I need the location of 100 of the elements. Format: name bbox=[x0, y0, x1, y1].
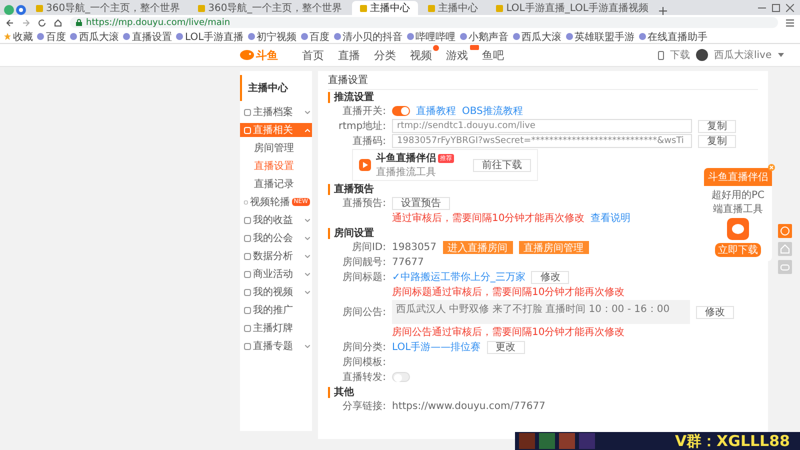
button[interactable]: 修改 bbox=[696, 306, 734, 318]
chevron-down-icon[interactable] bbox=[305, 344, 310, 348]
caret-icon[interactable] bbox=[778, 53, 784, 57]
address-bar[interactable]: https://mp.douyu.com/live/main bbox=[70, 17, 778, 28]
nav-link[interactable]: 游戏 bbox=[446, 48, 468, 62]
item-icon bbox=[244, 234, 251, 242]
forward-icon[interactable] bbox=[22, 18, 30, 26]
field-label: 房间模板: bbox=[342, 356, 386, 369]
nav-link[interactable]: 分类 bbox=[374, 48, 396, 62]
username[interactable]: 西瓜大滚live bbox=[714, 48, 772, 62]
chevron-down-icon[interactable] bbox=[305, 254, 310, 258]
chevron-down-icon[interactable] bbox=[305, 290, 310, 294]
item-icon bbox=[244, 216, 251, 224]
star-icon bbox=[4, 33, 11, 40]
browser-tab[interactable]: 主播中心 bbox=[352, 1, 418, 15]
lock-icon bbox=[76, 19, 82, 26]
browser-tab[interactable]: LOL手游直播_LOL手游直播视频 bbox=[488, 1, 657, 15]
input-field[interactable]: rtmp://sendtc1.douyu.com/live bbox=[392, 119, 692, 133]
sidebar-item[interactable]: 我的公会 bbox=[240, 231, 312, 245]
back-icon[interactable] bbox=[6, 18, 14, 26]
site-icon bbox=[566, 33, 573, 40]
bookmark[interactable]: LOL手游直播 bbox=[176, 30, 244, 43]
browser-tab[interactable]: 360导航_一个主页，整个世界 bbox=[190, 1, 350, 15]
sidebar-item[interactable]: 主播档案 bbox=[240, 105, 312, 119]
bookmark[interactable]: 英雄联盟手游 bbox=[566, 30, 635, 43]
app-icon bbox=[727, 218, 749, 240]
section-heading: 推流设置 bbox=[328, 92, 758, 103]
text-area[interactable]: 西瓜武汉人 中野双修 来了不打脸 直播时间 10：00 - 16：00 bbox=[392, 300, 690, 324]
button[interactable]: 复制 bbox=[698, 134, 736, 148]
button[interactable]: 修改 bbox=[531, 270, 570, 284]
page-icon bbox=[428, 4, 436, 12]
bookmark[interactable]: 小鹅声音 bbox=[460, 30, 509, 43]
app-icon bbox=[359, 159, 371, 171]
bookmark[interactable]: 百度 bbox=[300, 30, 330, 43]
button[interactable]: 复制 bbox=[698, 120, 736, 132]
submenu-item[interactable]: 直播记录 bbox=[240, 177, 312, 191]
new-tab-icon[interactable] bbox=[658, 7, 667, 15]
submenu-item[interactable]: 房间管理 bbox=[240, 141, 312, 155]
field-label: 直播转发: bbox=[342, 370, 386, 384]
nav-link[interactable]: 首页 bbox=[302, 48, 324, 62]
chevron-up-icon[interactable] bbox=[305, 128, 310, 132]
toggle-switch[interactable] bbox=[392, 106, 410, 116]
bookmark[interactable]: 收藏 bbox=[4, 30, 33, 43]
menu-icon[interactable] bbox=[786, 18, 794, 26]
download-link[interactable]: 下载 bbox=[670, 48, 690, 62]
field-label: 房间ID: bbox=[350, 240, 386, 254]
toggle-switch[interactable] bbox=[392, 372, 410, 382]
browser-tab[interactable]: 主播中心 bbox=[420, 1, 486, 15]
bookmark[interactable]: 哔哩哔哩 bbox=[406, 30, 456, 43]
bookmark[interactable]: 初宁视频 bbox=[248, 30, 297, 43]
site-icon bbox=[176, 33, 183, 40]
item-icon bbox=[244, 108, 251, 116]
chevron-down-icon[interactable] bbox=[305, 236, 310, 240]
reload-icon[interactable] bbox=[38, 18, 46, 26]
browser-tab[interactable]: 360导航_一个主页，整个世界 bbox=[28, 1, 188, 15]
sidebar-item[interactable]: 数据分析 bbox=[240, 249, 312, 263]
button[interactable]: 更改 bbox=[486, 340, 525, 354]
sidebar-item[interactable]: 我的推广 bbox=[240, 303, 312, 317]
bookmark[interactable]: 在线直播助手 bbox=[638, 30, 708, 43]
page-icon bbox=[360, 4, 368, 12]
chevron-down-icon[interactable] bbox=[305, 110, 310, 114]
bookmark[interactable]: 直播设置 bbox=[123, 30, 172, 43]
warning-text: 房间公告通过审核后，需要间隔10分钟才能再次修改 bbox=[392, 326, 625, 339]
sidebar-item[interactable]: 我的视频 bbox=[240, 285, 312, 299]
page-icon bbox=[36, 4, 43, 12]
nav-link[interactable]: 鱼吧 bbox=[482, 48, 504, 62]
download-button[interactable]: 前往下载 bbox=[473, 158, 531, 172]
nav-link[interactable]: 直播 bbox=[338, 48, 360, 62]
field-label: 房间标题: bbox=[342, 270, 386, 284]
home-icon[interactable] bbox=[54, 18, 62, 26]
maximize-icon[interactable] bbox=[772, 4, 780, 12]
bookmark[interactable]: 百度 bbox=[37, 30, 66, 43]
site-icon bbox=[334, 33, 341, 40]
button[interactable]: 设置预告 bbox=[392, 196, 450, 210]
close-icon[interactable] bbox=[786, 4, 794, 12]
field-value: 1983057 bbox=[392, 242, 437, 252]
card-title: 斗鱼直播伴侣 bbox=[376, 152, 436, 165]
text-link[interactable]: ✓中路搬运工带你上分_三万家 bbox=[392, 270, 526, 284]
site-icon bbox=[512, 33, 520, 40]
site-icon bbox=[638, 33, 646, 40]
input-field[interactable]: 1983057rFyYBRGI?wsSecret=****************************&wsTi bbox=[392, 134, 692, 148]
text-link[interactable]: 查看说明 bbox=[590, 211, 631, 225]
chevron-down-icon[interactable] bbox=[305, 272, 310, 276]
item-icon bbox=[244, 288, 251, 296]
item-icon bbox=[244, 270, 251, 278]
field-label: rtmp地址: bbox=[338, 120, 386, 133]
warning-text: 通过审核后，需要间隔10分钟才能再次修改 bbox=[392, 212, 585, 225]
sidebar-item[interactable]: 主播灯牌 bbox=[240, 321, 312, 335]
nav-link[interactable]: 视频 bbox=[410, 48, 432, 62]
promo-subtitle: 超好用的PC端直播工具 bbox=[710, 188, 766, 216]
site-icon bbox=[460, 33, 467, 40]
chevron-down-icon[interactable] bbox=[305, 218, 310, 222]
sidebar-item[interactable]: 我的收益 bbox=[240, 213, 312, 227]
sidebar-item[interactable]: 直播专题 bbox=[240, 339, 312, 353]
site-icon bbox=[248, 33, 255, 40]
avatar-icon[interactable] bbox=[696, 49, 708, 61]
sidebar-item[interactable]: 商业活动 bbox=[240, 267, 312, 281]
bookmark[interactable]: 西瓜大滚 bbox=[70, 30, 119, 43]
bookmark[interactable]: 清小贝的抖音 bbox=[334, 30, 403, 43]
bookmark[interactable]: 西瓜大滚 bbox=[512, 30, 562, 43]
